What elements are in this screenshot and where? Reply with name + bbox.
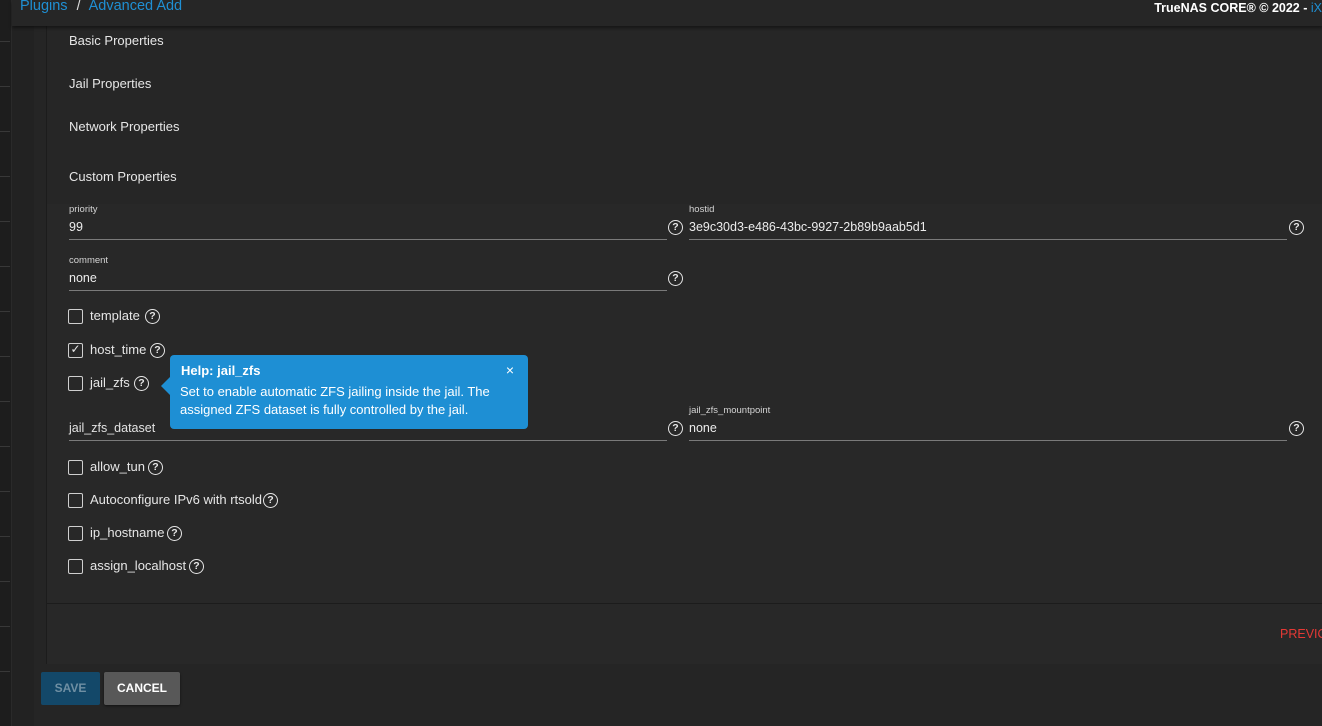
comment-input[interactable]: none <box>69 271 97 285</box>
wizard-footer-divider <box>46 603 1322 604</box>
sidebar-divider <box>0 446 10 447</box>
close-icon[interactable]: × <box>506 362 514 378</box>
sidebar-divider <box>0 581 10 582</box>
allow-tun-checkbox-label[interactable]: allow_tun <box>90 459 145 474</box>
sidebar-divider <box>0 131 10 132</box>
allow-tun-help-icon[interactable]: ? <box>148 460 163 475</box>
cancel-button[interactable]: CANCEL <box>104 672 180 705</box>
step-basic-properties[interactable]: Basic Properties <box>69 33 164 48</box>
previous-button[interactable]: PREVIO <box>1280 627 1322 641</box>
template-help-icon[interactable]: ? <box>145 309 160 324</box>
step-custom-properties[interactable]: Custom Properties <box>69 169 177 184</box>
breadcrumb-plugins-link[interactable]: Plugins <box>20 0 68 14</box>
copyright-text: TrueNAS CORE® © 2022 - <box>1154 1 1311 15</box>
sidebar-divider <box>0 266 10 267</box>
sidebar-divider <box>0 221 10 222</box>
priority-underline <box>69 239 667 240</box>
autoconfigure-ipv6-checkbox-label[interactable]: Autoconfigure IPv6 with rtsold <box>90 492 262 507</box>
sidebar-divider <box>0 176 10 177</box>
priority-label: priority <box>69 204 98 215</box>
jail-zfs-mountpoint-label: jail_zfs_mountpoint <box>689 405 771 416</box>
jail-zfs-dataset-help-icon[interactable]: ? <box>668 421 683 436</box>
jail-zfs-dataset-input[interactable]: jail_zfs_dataset <box>69 421 155 435</box>
jail-zfs-checkbox[interactable] <box>68 376 83 391</box>
hostid-help-icon[interactable]: ? <box>1289 220 1304 235</box>
sidebar-divider <box>0 41 10 42</box>
tooltip-title: Help: jail_zfs <box>181 363 261 378</box>
sidebar-divider <box>0 491 10 492</box>
ip-hostname-checkbox-label[interactable]: ip_hostname <box>90 525 164 540</box>
breadcrumb: Plugins / Advanced Add <box>20 0 182 14</box>
breadcrumb-separator: / <box>76 0 81 14</box>
sidebar-divider <box>0 311 10 312</box>
autoconfigure-ipv6-help-icon[interactable]: ? <box>263 493 278 508</box>
step-jail-properties[interactable]: Jail Properties <box>69 76 151 91</box>
hostid-label: hostid <box>689 204 715 215</box>
host-time-checkbox[interactable]: ✓ <box>68 343 83 358</box>
autoconfigure-ipv6-checkbox[interactable] <box>68 493 83 508</box>
assign-localhost-checkbox[interactable] <box>68 559 83 574</box>
save-button[interactable]: SAVE <box>41 672 100 705</box>
hostid-input[interactable]: 3e9c30d3-e486-43bc-9927-2b89b9aab5d1 <box>689 220 927 234</box>
sidebar-divider <box>0 671 10 672</box>
ip-hostname-checkbox[interactable] <box>68 526 83 541</box>
ip-hostname-help-icon[interactable]: ? <box>167 526 182 541</box>
sidebar-divider <box>0 401 10 402</box>
help-tooltip: Help: jail_zfs × Set to enable automatic… <box>161 355 528 429</box>
jail-zfs-checkbox-label[interactable]: jail_zfs <box>90 375 130 390</box>
priority-field[interactable]: priority 99 <box>69 204 667 240</box>
assign-localhost-help-icon[interactable]: ? <box>189 559 204 574</box>
jail-zfs-mountpoint-underline <box>689 440 1287 441</box>
jail-zfs-mountpoint-field[interactable]: jail_zfs_mountpoint none <box>689 405 1287 441</box>
jail-zfs-help-icon[interactable]: ? <box>134 376 149 391</box>
step-network-properties[interactable]: Network Properties <box>69 119 180 134</box>
jail-zfs-mountpoint-help-icon[interactable]: ? <box>1289 421 1304 436</box>
priority-input[interactable]: 99 <box>69 220 83 234</box>
hostid-field[interactable]: hostid 3e9c30d3-e486-43bc-9927-2b89b9aab… <box>689 204 1287 240</box>
comment-underline <box>69 290 667 291</box>
breadcrumb-current: Advanced Add <box>88 0 183 14</box>
comment-field[interactable]: comment none <box>69 255 667 291</box>
template-checkbox-label[interactable]: template <box>90 308 140 323</box>
priority-help-icon[interactable]: ? <box>668 220 683 235</box>
jail-zfs-mountpoint-input[interactable]: none <box>689 421 717 435</box>
sidebar-divider <box>0 356 10 357</box>
ix-systems-link[interactable]: iX <box>1311 1 1322 15</box>
assign-localhost-checkbox-label[interactable]: assign_localhost <box>90 558 186 573</box>
sidebar-divider <box>0 626 10 627</box>
copyright-notice: TrueNAS CORE® © 2022 - iX <box>1154 1 1322 15</box>
hostid-underline <box>689 239 1287 240</box>
allow-tun-checkbox[interactable] <box>68 460 83 475</box>
left-sidebar <box>0 0 12 726</box>
host-time-help-icon[interactable]: ? <box>150 343 165 358</box>
page-header: Plugins / Advanced Add TrueNAS CORE® © 202… <box>12 0 1322 26</box>
jail-zfs-dataset-underline <box>69 440 667 441</box>
template-checkbox[interactable] <box>68 309 83 324</box>
comment-help-icon[interactable]: ? <box>668 271 683 286</box>
sidebar-divider <box>0 86 10 87</box>
comment-label: comment <box>69 255 109 266</box>
tooltip-body: Set to enable automatic ZFS jailing insi… <box>180 384 490 417</box>
sidebar-divider <box>0 536 10 537</box>
wizard-stepper: Basic Properties Jail Properties Network… <box>47 26 1322 204</box>
host-time-checkbox-label[interactable]: host_time <box>90 342 146 357</box>
advanced-add-wizard: Basic Properties Jail Properties Network… <box>46 26 1322 664</box>
